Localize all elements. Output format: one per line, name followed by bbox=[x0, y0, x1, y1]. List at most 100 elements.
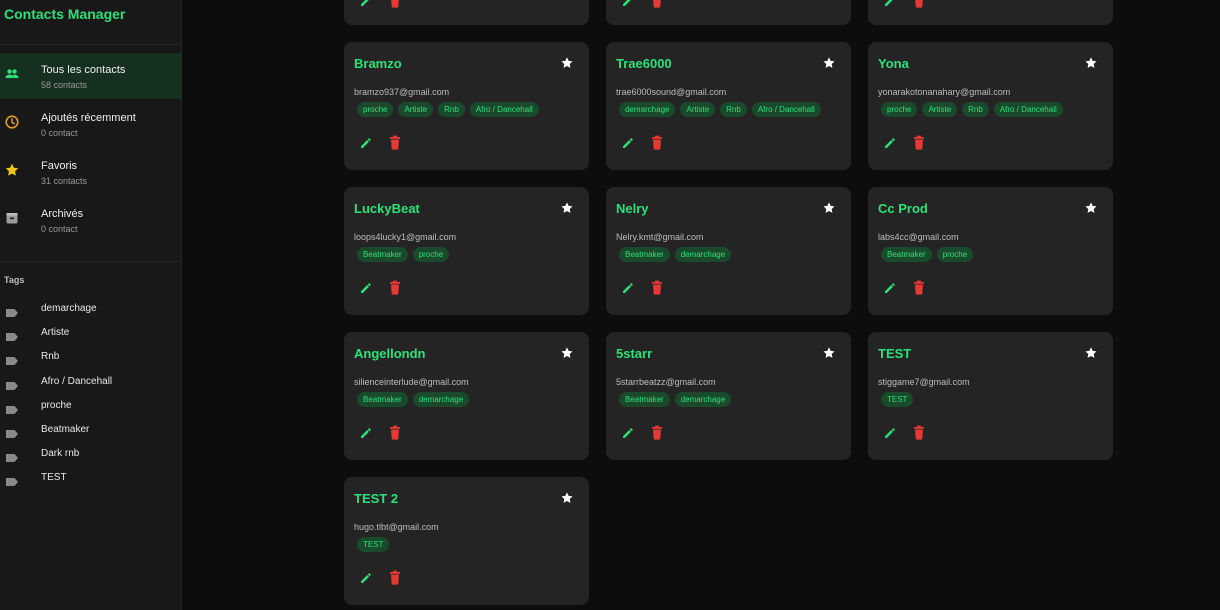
nav-item-archived[interactable]: Archivés 0 contact bbox=[0, 197, 181, 243]
tag-chip[interactable]: proche bbox=[881, 102, 918, 117]
nav-item-favorites[interactable]: Favoris 31 contacts bbox=[0, 149, 181, 195]
tag-chip[interactable]: Rnb bbox=[962, 102, 989, 117]
contact-card[interactable]: Angellondn silienceinterlude@gmail.com Bea… bbox=[344, 332, 589, 460]
sidebar-tag-item[interactable]: demarchage bbox=[0, 299, 181, 321]
contact-name[interactable]: Bramzo bbox=[354, 56, 402, 71]
nav-item-all-contacts[interactable]: Tous les contacts 58 contacts bbox=[0, 53, 181, 99]
tag-chip[interactable]: Beatmaker bbox=[881, 247, 932, 262]
star-icon[interactable] bbox=[822, 346, 836, 365]
delete-icon[interactable] bbox=[912, 135, 926, 156]
edit-icon[interactable] bbox=[359, 571, 373, 590]
contact-name[interactable]: Yona bbox=[878, 56, 909, 71]
delete-icon[interactable] bbox=[650, 425, 664, 446]
edit-icon[interactable] bbox=[883, 426, 897, 445]
delete-icon[interactable] bbox=[388, 135, 402, 156]
delete-icon[interactable] bbox=[912, 425, 926, 446]
tag-chip[interactable]: Artiste bbox=[398, 102, 434, 117]
tag-chip[interactable]: demarchage bbox=[412, 392, 470, 407]
contact-name[interactable]: Nelry bbox=[616, 201, 649, 216]
contact-name[interactable]: TEST 2 bbox=[354, 491, 398, 506]
delete-icon[interactable] bbox=[388, 280, 402, 301]
contact-card[interactable]: TEST 2 hugo.tlbt@gmail.com TEST bbox=[344, 477, 589, 605]
edit-icon[interactable] bbox=[621, 136, 635, 155]
delete-icon[interactable] bbox=[912, 280, 926, 301]
tag-chip[interactable]: demarchage bbox=[674, 392, 732, 407]
contact-card[interactable]: TEST stiggame7@gmail.com TEST bbox=[868, 332, 1113, 460]
tag-chip[interactable]: Beatmaker bbox=[619, 247, 670, 262]
contact-card[interactable]: Bramzo bramzo937@gmail.com proche Artiste Rn… bbox=[344, 42, 589, 170]
contact-name[interactable]: LuckyBeat bbox=[354, 201, 420, 216]
tag-chip[interactable]: proche bbox=[936, 247, 974, 262]
sidebar-tag-item[interactable]: Artiste bbox=[0, 323, 181, 345]
edit-icon[interactable] bbox=[359, 136, 373, 155]
star-icon[interactable] bbox=[1084, 201, 1098, 220]
delete-icon[interactable] bbox=[650, 135, 664, 156]
tag-chip[interactable]: Rnb bbox=[438, 102, 465, 117]
delete-icon[interactable] bbox=[650, 280, 664, 301]
tag-chip[interactable]: Afro / Dancehall bbox=[993, 102, 1063, 117]
edit-icon[interactable] bbox=[359, 426, 373, 445]
contact-card[interactable]: 5starr 5starrbeatzz@gmail.com Beatmaker dem… bbox=[606, 332, 851, 460]
star-icon[interactable] bbox=[560, 201, 574, 220]
tag-chip[interactable]: TEST bbox=[881, 392, 914, 407]
nav-item-recent[interactable]: Ajoutés récemment 0 contact bbox=[0, 101, 181, 147]
contact-name[interactable]: Cc Prod bbox=[878, 201, 928, 216]
star-icon[interactable] bbox=[1084, 346, 1098, 365]
people-icon bbox=[4, 66, 20, 82]
sidebar-tag-item[interactable]: Beatmaker bbox=[0, 420, 181, 442]
tag-chip[interactable]: Beatmaker bbox=[357, 392, 408, 407]
edit-icon[interactable] bbox=[621, 426, 635, 445]
star-icon[interactable] bbox=[822, 56, 836, 75]
tag-chip[interactable]: Artiste bbox=[680, 102, 716, 117]
contact-name[interactable]: Trae6000 bbox=[616, 56, 672, 71]
star-icon[interactable] bbox=[560, 346, 574, 365]
contact-name[interactable]: 5starr bbox=[616, 346, 652, 361]
edit-icon[interactable] bbox=[883, 136, 897, 155]
star-icon bbox=[4, 162, 20, 178]
edit-icon[interactable] bbox=[359, 0, 373, 13]
label-icon bbox=[5, 450, 19, 468]
contact-card-partial[interactable] bbox=[344, 0, 589, 25]
star-icon[interactable] bbox=[1084, 56, 1098, 75]
tag-chip[interactable]: Afro / Dancehall bbox=[469, 102, 539, 117]
sidebar-tag-item[interactable]: Rnb bbox=[0, 347, 181, 369]
tag-chip[interactable]: proche bbox=[412, 247, 450, 262]
star-icon[interactable] bbox=[560, 491, 574, 510]
tag-chip[interactable]: Rnb bbox=[720, 102, 747, 117]
tag-chip[interactable]: Beatmaker bbox=[357, 247, 408, 262]
contact-card[interactable]: Cc Prod labs4cc@gmail.com Beatmaker proche bbox=[868, 187, 1113, 315]
tag-label: proche bbox=[41, 399, 72, 411]
tag-chip[interactable]: TEST bbox=[357, 537, 390, 552]
edit-icon[interactable] bbox=[621, 281, 635, 300]
sidebar-tag-item[interactable]: Afro / Dancehall bbox=[0, 372, 181, 394]
tag-chip[interactable]: proche bbox=[357, 102, 394, 117]
edit-icon[interactable] bbox=[359, 281, 373, 300]
label-icon bbox=[5, 378, 19, 396]
contact-name[interactable]: Angellondn bbox=[354, 346, 426, 361]
edit-icon[interactable] bbox=[621, 0, 635, 13]
edit-icon[interactable] bbox=[883, 0, 897, 13]
contact-card[interactable]: Yona yonarakotonanahary@gmail.com proche Ar… bbox=[868, 42, 1113, 170]
edit-icon[interactable] bbox=[883, 281, 897, 300]
delete-icon[interactable] bbox=[388, 425, 402, 446]
sidebar-tag-item[interactable]: proche bbox=[0, 396, 181, 418]
tag-chip[interactable]: Artiste bbox=[922, 102, 958, 117]
contact-card-partial[interactable] bbox=[606, 0, 851, 25]
contact-card[interactable]: Trae6000 trae6000sound@gmail.com demarchag… bbox=[606, 42, 851, 170]
delete-icon[interactable] bbox=[388, 0, 402, 14]
contact-card[interactable]: Nelry Nelry.kmt@gmail.com Beatmaker demarch… bbox=[606, 187, 851, 315]
tag-chip[interactable]: demarchage bbox=[619, 102, 676, 117]
contact-card-partial[interactable] bbox=[868, 0, 1113, 25]
tag-chip[interactable]: Beatmaker bbox=[619, 392, 670, 407]
star-icon[interactable] bbox=[822, 201, 836, 220]
sidebar-tag-item[interactable]: Dark rnb bbox=[0, 444, 181, 466]
star-icon[interactable] bbox=[560, 56, 574, 75]
delete-icon[interactable] bbox=[650, 0, 664, 14]
tag-chip[interactable]: Afro / Dancehall bbox=[751, 102, 821, 117]
delete-icon[interactable] bbox=[388, 570, 402, 591]
delete-icon[interactable] bbox=[912, 0, 926, 14]
contact-card[interactable]: LuckyBeat loops4lucky1@gmail.com Beatmaker… bbox=[344, 187, 589, 315]
tag-chip[interactable]: demarchage bbox=[674, 247, 732, 262]
contact-name[interactable]: TEST bbox=[878, 346, 911, 361]
sidebar-tag-item[interactable]: TEST bbox=[0, 468, 181, 490]
